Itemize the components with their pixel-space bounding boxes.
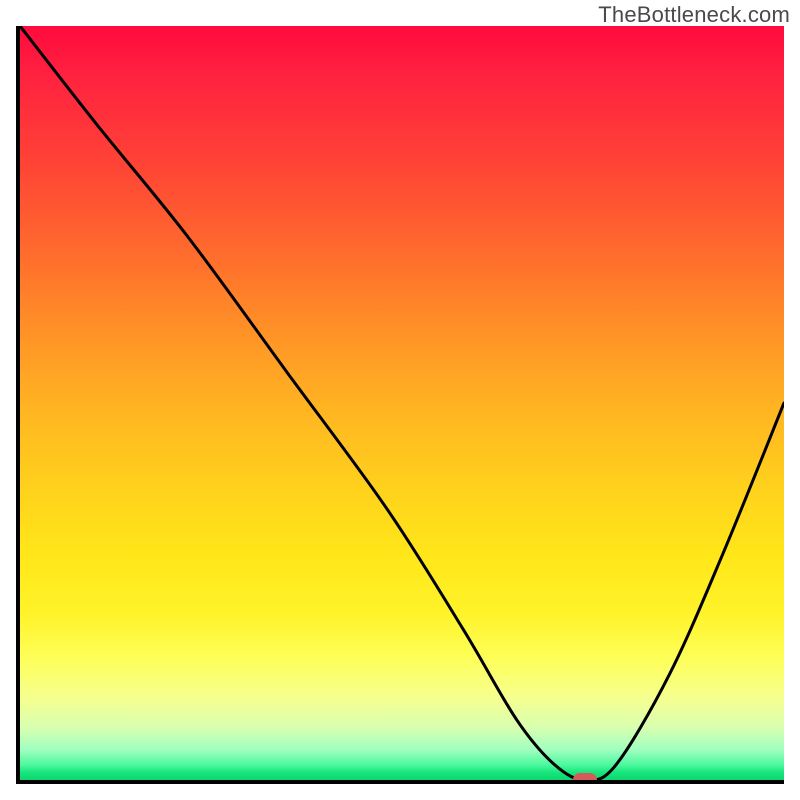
plot-area: [20, 26, 784, 780]
curve-layer: [20, 26, 784, 780]
bottleneck-curve-path: [20, 26, 784, 780]
watermark-text: TheBottleneck.com: [598, 2, 790, 28]
optimal-point-marker: [573, 773, 597, 780]
chart-container: TheBottleneck.com: [0, 0, 800, 800]
